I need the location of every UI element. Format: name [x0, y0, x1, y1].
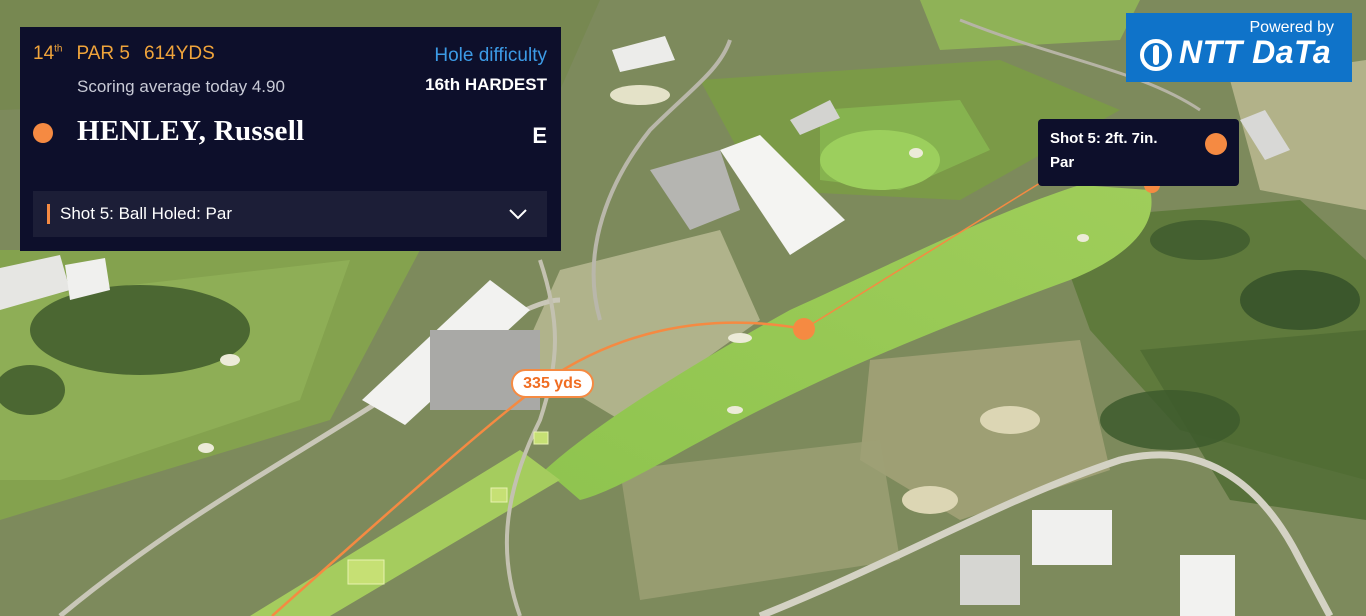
- ntt-data-wordmark: NTT DaTa: [1179, 34, 1332, 70]
- sponsor-badge: Powered by NTT DaTa: [1126, 13, 1352, 82]
- hole-info-panel: 14th PAR 5 614YDS Scoring average today 4.…: [20, 27, 561, 251]
- shot-tooltip-distance: Shot 5: 2ft. 7in.: [1050, 130, 1158, 147]
- hole-number: 14: [33, 43, 55, 64]
- chevron-down-icon[interactable]: [507, 203, 529, 225]
- shot-tooltip-result: Par: [1050, 154, 1075, 171]
- shot-accent-bar: [47, 204, 50, 224]
- shot-selector-label: Shot 5: Ball Holed: Par: [60, 204, 232, 223]
- hole-number-suffix: th: [54, 43, 63, 55]
- hole-yards: 614YDS: [144, 43, 215, 64]
- player-name: HENLEY, Russell: [77, 115, 305, 147]
- scoring-average: Scoring average today 4.90: [77, 77, 285, 96]
- ntt-data-logo-icon: [1140, 39, 1172, 71]
- shot-tooltip-dot: [1205, 133, 1227, 155]
- shot-tooltip: Shot 5: 2ft. 7in. Par: [1038, 119, 1239, 186]
- player-marker-dot: [33, 123, 53, 143]
- hole-summary: 14th PAR 5 614YDS: [33, 43, 215, 65]
- hole-par: PAR 5: [76, 43, 130, 64]
- player-score: E: [532, 123, 547, 148]
- hole-difficulty-label: Hole difficulty: [434, 45, 547, 66]
- shot-distance-label: 335 yds: [511, 369, 594, 398]
- hole-difficulty-value: 16th HARDEST: [425, 75, 547, 94]
- shot-selector-dropdown[interactable]: Shot 5: Ball Holed: Par: [33, 191, 547, 237]
